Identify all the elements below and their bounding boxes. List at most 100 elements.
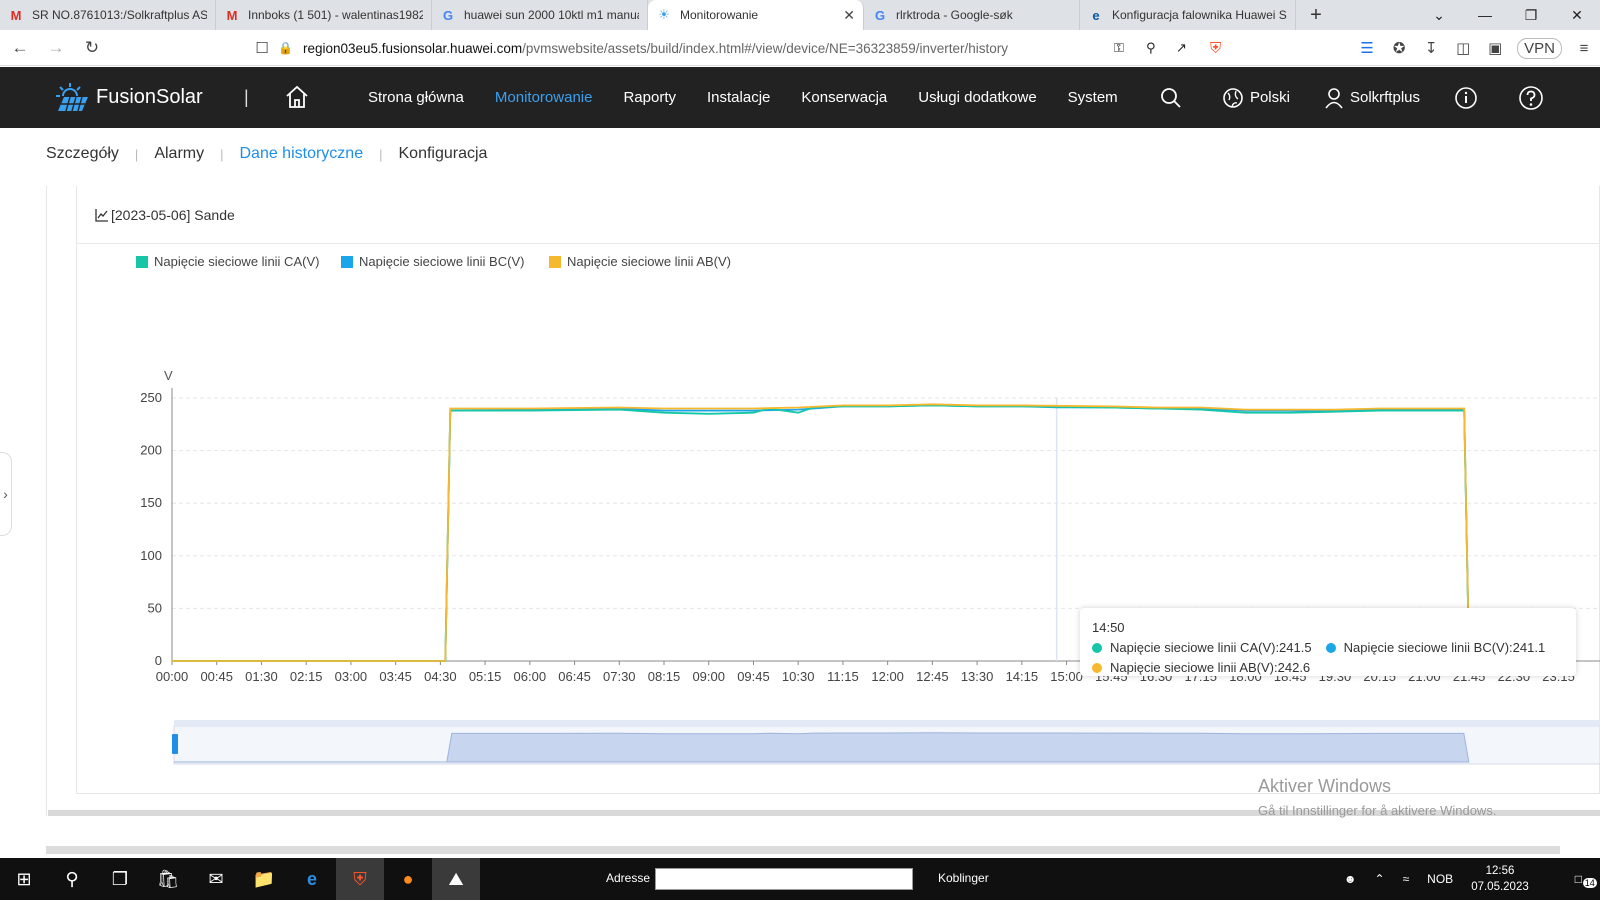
vpn-label: VPN <box>1524 39 1555 57</box>
brand-name: FusionSolar <box>96 85 203 108</box>
file-explorer-icon[interactable]: 📁 <box>240 858 288 900</box>
taskbar-address-label: Adresse <box>606 871 651 885</box>
globe-icon <box>1223 87 1243 108</box>
tooltip-text-ca: Napięcie sieciowe linii CA(V):241.5 <box>1110 640 1312 655</box>
system-tray: ☻ ⌃ ≈ NOB 12:56 07.05.2023 □ 14 <box>1344 858 1600 900</box>
nav-item-3[interactable]: Instalacje <box>707 89 770 106</box>
close-tab-icon[interactable]: ✕ <box>843 7 855 24</box>
new-tab-button[interactable]: + <box>1296 0 1336 30</box>
wifi-icon[interactable]: ≈ <box>1403 872 1410 886</box>
legend-swatch-1[interactable] <box>341 256 353 268</box>
address-bar[interactable]: 🔒 region03eu5.fusionsolar.huawei.com/pvm… <box>278 33 1240 63</box>
nav-item-2[interactable]: Raporty <box>623 89 676 106</box>
search-icon[interactable] <box>1160 87 1188 109</box>
notification-icon[interactable]: □ 14 <box>1575 872 1597 888</box>
legend-label-0[interactable]: Napięcie sieciowe linii CA(V) <box>154 254 319 269</box>
photos-icon[interactable]: ⛰ <box>432 858 480 900</box>
browser-tab-4[interactable]: Grlrktroda - Google-søk <box>864 0 1080 30</box>
brave-icon[interactable]: ⛨ <box>336 858 384 900</box>
language-selector[interactable]: Polski <box>1222 87 1290 109</box>
clock-time: 12:56 <box>1485 865 1515 877</box>
device-subtabs: Szczegóły | Alarmy | Dane historyczne | Konfig… <box>46 145 487 163</box>
edge-icon[interactable]: e <box>288 858 336 900</box>
legend-swatch-0[interactable] <box>136 256 148 268</box>
people-icon[interactable]: ☻ <box>1344 872 1357 886</box>
subtab-separator: | <box>134 146 139 162</box>
user-menu[interactable]: Solkrftplus <box>1324 87 1420 109</box>
browser-tab-0[interactable]: M SR NO.8761013:/Solkraftplus AS/10 <box>0 0 216 30</box>
legend-label-1[interactable]: Napięcie sieciowe linii BC(V) <box>359 254 524 269</box>
restore-icon[interactable]: ❐ <box>1508 0 1554 30</box>
taskbar-address-input[interactable] <box>655 868 913 890</box>
back-button[interactable]: ← <box>4 32 36 64</box>
brave-shield-icon[interactable]: ⛨ <box>1210 40 1221 57</box>
legend-swatch-2[interactable] <box>549 256 561 268</box>
horizontal-scrollbar[interactable] <box>46 846 1560 854</box>
x-tick-label: 02:15 <box>290 669 323 684</box>
firefox-icon[interactable]: ● <box>384 858 432 900</box>
language-indicator[interactable]: NOB <box>1427 872 1453 886</box>
bookmark-icon[interactable]: ☐ <box>246 32 278 64</box>
home-icon[interactable] <box>284 84 310 110</box>
google-icon: G <box>442 7 454 23</box>
vpn-button[interactable]: VPN <box>1517 37 1562 59</box>
subtab-2[interactable]: Dane historyczne <box>239 145 363 163</box>
download-icon[interactable]: ↧ <box>1415 39 1447 57</box>
help-icon[interactable] <box>1518 85 1550 111</box>
extensions-icon[interactable]: ✪ <box>1383 39 1415 57</box>
windows-start-icon[interactable]: ⊞ <box>0 858 48 900</box>
y-tick-label: 100 <box>140 548 162 563</box>
info-icon[interactable] <box>1454 86 1484 110</box>
x-tick-label: 00:00 <box>156 669 189 684</box>
voltage-chart[interactable]: Napięcie sieciowe linii CA(V) Napięcie si… <box>76 186 1600 794</box>
minimize-icon[interactable]: — <box>1462 0 1508 30</box>
zoom-icon[interactable]: ⚲ <box>1146 40 1156 56</box>
translate-icon[interactable]: ☰ <box>1351 39 1383 57</box>
x-tick-label: 09:00 <box>692 669 725 684</box>
tooltip-item-ab: Napięcie sieciowe linii AB(V):242.6 <box>1092 660 1310 675</box>
browser-tab-label: SR NO.8761013:/Solkraftplus AS/10 <box>32 8 207 22</box>
expand-sidebar-handle[interactable]: › <box>0 452 12 536</box>
sidebar-icon[interactable]: ◫ <box>1447 39 1479 57</box>
subtab-3[interactable]: Konfiguracja <box>399 145 488 163</box>
y-tick-label: 0 <box>155 653 162 668</box>
browser-tab-3[interactable]: ☀ Monitorowanie ✕ <box>648 0 864 30</box>
app-header: FusionSolar | Strona główna Monitorowanie… <box>0 67 1600 128</box>
mail-icon[interactable]: ✉ <box>192 858 240 900</box>
x-tick-label: 00:45 <box>200 669 233 684</box>
nav-item-0[interactable]: Strona główna <box>368 89 464 106</box>
wallet-icon[interactable]: ▣ <box>1479 39 1511 57</box>
reload-button[interactable]: ↻ <box>76 32 108 64</box>
taskbar-links-label[interactable]: Koblinger <box>938 871 989 885</box>
nav-item-1[interactable]: Monitorowanie <box>495 89 593 106</box>
nav-item-5[interactable]: Usługi dodatkowe <box>918 89 1036 106</box>
browser-tab-1[interactable]: M Innboks (1 501) - walentinas1982@ <box>216 0 432 30</box>
subtab-separator: | <box>220 146 224 162</box>
forward-button[interactable]: → <box>40 32 72 64</box>
tray-chevron-up-icon[interactable]: ⌃ <box>1375 872 1385 886</box>
subtab-1[interactable]: Alarmy <box>154 145 204 163</box>
tooltip-dot-ab <box>1092 662 1102 673</box>
datazoom-selection-bar[interactable] <box>174 720 1600 726</box>
tab-list-chevron-icon[interactable]: ⌄ <box>1416 0 1462 30</box>
menu-icon[interactable]: ≡ <box>1568 40 1600 57</box>
browser-tab-2[interactable]: Ghuawei sun 2000 10ktl m1 manual <box>432 0 648 30</box>
nav-item-4[interactable]: Konserwacja <box>801 89 887 106</box>
task-view-icon[interactable]: ❐ <box>96 858 144 900</box>
nav-item-6[interactable]: System <box>1068 89 1118 106</box>
subtab-separator: | <box>379 146 383 162</box>
legend-label-2[interactable]: Napięcie sieciowe linii AB(V) <box>567 254 731 269</box>
x-tick-label: 15:00 <box>1050 669 1083 684</box>
tooltip-time: 14:50 <box>1092 620 1125 635</box>
close-window-icon[interactable]: ✕ <box>1554 0 1600 30</box>
store-icon[interactable]: 🛍 <box>144 858 192 900</box>
share-icon[interactable]: ↗ <box>1176 40 1187 56</box>
taskbar-search-icon[interactable]: ⚲ <box>48 858 96 900</box>
brand[interactable]: FusionSolar <box>54 81 203 113</box>
key-icon[interactable]: ⚿ <box>1114 40 1124 56</box>
datazoom-left-handle[interactable] <box>172 734 178 754</box>
browser-tab-5[interactable]: e Konfiguracja falownika Huawei SUN <box>1080 0 1296 30</box>
subtab-0[interactable]: Szczegóły <box>46 145 119 163</box>
clock[interactable]: 12:56 07.05.2023 <box>1471 863 1547 895</box>
tooltip-item-bc: Napięcie sieciowe linii BC(V):241.1 <box>1325 640 1545 655</box>
